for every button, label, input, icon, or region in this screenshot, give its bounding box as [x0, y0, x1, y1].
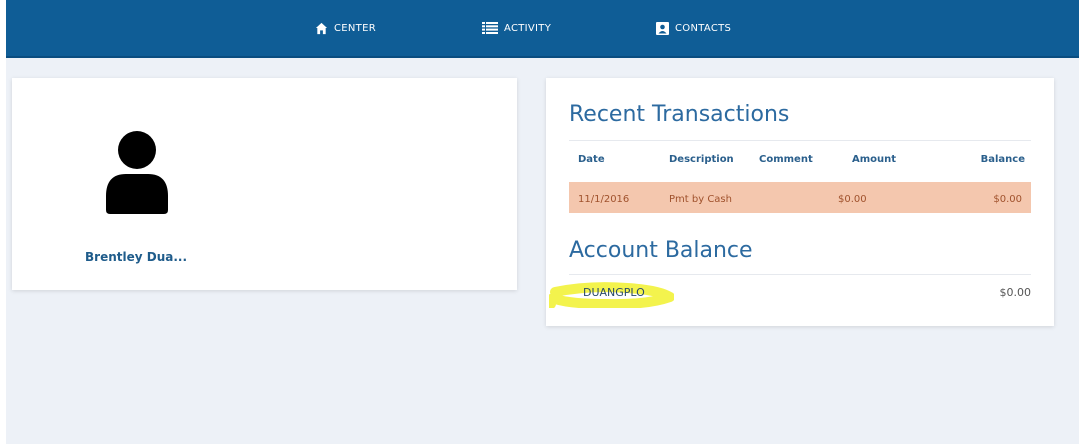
- nav-contacts-label: CONTACTS: [675, 22, 732, 34]
- user-silhouette-icon: [106, 131, 168, 214]
- avatar[interactable]: [85, 100, 190, 240]
- cell-date: 11/1/2016: [578, 194, 630, 205]
- cell-balance: $0.00: [993, 194, 1022, 205]
- cell-amount: $0.00: [838, 194, 867, 205]
- column-header-comment: Comment: [759, 154, 813, 165]
- account-balance-amount: $0.00: [999, 286, 1032, 299]
- cell-description: Pmt by Cash: [669, 194, 732, 205]
- nav-activity-label: ACTIVITY: [504, 22, 552, 34]
- column-header-amount: Amount: [852, 154, 897, 165]
- account-name: DUANGPLO: [583, 286, 645, 299]
- divider: [569, 140, 1031, 141]
- column-header-description: Description: [669, 154, 734, 165]
- nav-center-label: CENTER: [334, 22, 376, 34]
- divider: [569, 274, 1031, 275]
- nav-center[interactable]: CENTER: [315, 18, 376, 38]
- contact-card-icon: [656, 21, 669, 35]
- profile-card: Brentley Dua...: [12, 78, 517, 290]
- top-navbar: CENTER ACTIVITY CONTACTS: [6, 0, 1079, 58]
- table-row[interactable]: 11/1/2016 Pmt by Cash $0.00 $0.00: [569, 182, 1031, 213]
- home-icon: [315, 22, 328, 34]
- transactions-card: Recent Transactions Date Description Com…: [546, 78, 1054, 326]
- list-icon: [482, 22, 498, 34]
- app-root: CENTER ACTIVITY CONTACTS Brentley Dua...…: [6, 0, 1079, 444]
- nav-contacts[interactable]: CONTACTS: [656, 18, 731, 38]
- profile-name-link[interactable]: Brentley Dua...: [85, 250, 187, 264]
- nav-activity[interactable]: ACTIVITY: [482, 18, 551, 38]
- column-header-balance: Balance: [980, 154, 1025, 165]
- column-header-date: Date: [578, 154, 605, 165]
- account-balance-title: Account Balance: [569, 238, 753, 263]
- recent-transactions-title: Recent Transactions: [569, 102, 790, 127]
